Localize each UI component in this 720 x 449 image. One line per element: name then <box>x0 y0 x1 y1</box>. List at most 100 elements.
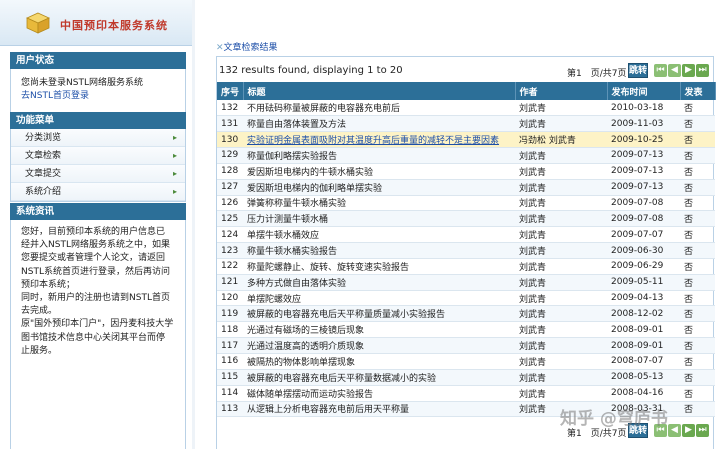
cell-title[interactable]: 称量陀螺静止、旋转、旋转变速实验报告 <box>243 258 515 275</box>
prev-page-icon[interactable]: ◀ <box>668 64 681 77</box>
cell-title[interactable]: 爱因斯坦电梯内的牛顿水桶实验 <box>243 163 515 180</box>
cell-title[interactable]: 从逻辑上分析电容器充电前后用天平称量 <box>243 401 515 418</box>
column-divider <box>192 0 195 449</box>
menu-item-label: 文章检索 <box>25 151 62 161</box>
cell-author: 刘武青 <box>515 305 607 323</box>
cell-author: 刘武青 <box>515 163 607 180</box>
cell-author: 刘武青 <box>515 226 607 244</box>
chevron-right-icon: ▸ <box>172 187 177 196</box>
news-line: 同时，新用户的注册也请到NSTL首页 <box>21 293 170 304</box>
table-row[interactable]: 128 爱因斯坦电梯内的牛顿水桶实验 刘武青 2009-07-13 否 <box>217 163 715 180</box>
cell-author: 刘武青 <box>515 179 607 196</box>
cell-date: 2009-07-13 <box>607 179 680 196</box>
table-row[interactable]: 115 被屏蔽的电容器充电后天平称量数据减小的实验 刘武青 2008-05-13 否 <box>217 369 715 386</box>
table-row[interactable]: 117 光通过温度高的透明介质现象 刘武青 2008-09-01 否 <box>217 337 715 354</box>
cell-title[interactable]: 不用砝码称量被屏蔽的电容器充电前后 <box>243 100 515 117</box>
col-header-title: 标题 <box>243 82 516 100</box>
cell-title[interactable]: 爱因斯坦电梯内的伽利略单摆实验 <box>243 179 515 196</box>
cell-title[interactable]: 称量牛顿水桶实验报告 <box>243 242 515 259</box>
cell-date: 2009-04-13 <box>607 290 680 307</box>
cell-date: 2009-07-08 <box>607 210 680 228</box>
cell-title[interactable]: 磁体随单摆摆动而运动实验报告 <box>243 385 515 402</box>
table-row[interactable]: 120 单摆陀螺效应 刘武青 2009-04-13 否 <box>217 290 715 307</box>
table-row[interactable]: 126 弹簧称称量牛顿水桶实验 刘武青 2009-07-08 否 <box>217 195 715 212</box>
col-header-published: 发表 <box>680 82 716 100</box>
cell-no: 121 <box>217 274 243 291</box>
cell-date: 2009-07-07 <box>607 226 680 244</box>
results-panel: 132 results found, displaying 1 to 20 第1… <box>216 56 716 449</box>
menu-item-submit[interactable]: 文章提交 ▸ <box>11 165 185 183</box>
col-header-no: 序号 <box>217 82 244 100</box>
menu-item-label: 系统介绍 <box>25 187 62 197</box>
table-row[interactable]: 131 称量自由落体装置及方法 刘武青 2009-11-03 否 <box>217 115 715 133</box>
table-row[interactable]: 114 磁体随单摆摆动而运动实验报告 刘武青 2008-04-16 否 <box>217 385 715 402</box>
cell-published: 否 <box>680 100 715 117</box>
cube-icon <box>26 12 50 34</box>
table-row[interactable]: 116 被隔热的物体影响单摆现象 刘武青 2008-07-07 否 <box>217 353 715 370</box>
cell-title[interactable]: 压力计测量牛顿水桶 <box>243 210 515 228</box>
cell-author: 刘武青 <box>515 337 607 354</box>
menu-item-about[interactable]: 系统介绍 ▸ <box>11 183 185 201</box>
cell-title[interactable]: 被隔热的物体影响单摆现象 <box>243 353 515 370</box>
cell-no: 119 <box>217 305 243 323</box>
col-header-date: 发布时间 <box>607 82 681 100</box>
cell-title[interactable]: 称量伽利略摆实验报告 <box>243 147 515 164</box>
cell-title[interactable]: 多种方式做自由落体实验 <box>243 274 515 291</box>
system-news-body: 您好，目前预印本系统的用户信息已 经并入NSTL网络服务系统之中，如果 您要提交… <box>10 220 186 449</box>
menu-item-label: 文章提交 <box>25 169 62 179</box>
cell-title[interactable]: 单摆陀螺效应 <box>243 290 515 307</box>
cell-no: 132 <box>217 100 243 117</box>
cell-date: 2008-09-01 <box>607 337 680 354</box>
cell-published: 否 <box>680 210 715 228</box>
last-page-icon[interactable]: ⏭ <box>696 64 709 77</box>
table-row[interactable]: 125 压力计测量牛顿水桶 刘武青 2009-07-08 否 <box>217 210 715 228</box>
table-row[interactable]: 122 称量陀螺静止、旋转、旋转变速实验报告 刘武青 2009-06-29 否 <box>217 258 715 275</box>
cell-author: 刘武青 <box>515 369 607 386</box>
cell-title[interactable]: 光通过温度高的透明介质现象 <box>243 337 515 354</box>
news-line: 经并入NSTL网络服务系统之中，如果 <box>21 240 170 251</box>
table-row[interactable]: 121 多种方式做自由落体实验 刘武青 2009-05-11 否 <box>217 274 715 291</box>
cell-published: 否 <box>680 242 715 259</box>
cell-date: 2008-05-13 <box>607 369 680 386</box>
table-row[interactable]: 118 光通过有磁场的三棱镜后现象 刘武青 2008-09-01 否 <box>217 321 715 339</box>
cell-author: 刘武青 <box>515 290 607 307</box>
cell-published: 否 <box>680 195 715 212</box>
table-row[interactable]: 127 爱因斯坦电梯内的伽利略单摆实验 刘武青 2009-07-13 否 <box>217 179 715 196</box>
cell-no: 123 <box>217 242 243 259</box>
cell-date: 2008-04-16 <box>607 385 680 402</box>
function-menu-title: 功能菜单 <box>10 112 186 129</box>
first-page-icon[interactable]: ⏮ <box>654 64 667 77</box>
table-row[interactable]: 119 被屏蔽的电容器充电后天平称量质量减小实验报告 刘武青 2008-12-02 否 <box>217 305 715 323</box>
cell-title[interactable]: 光通过有磁场的三棱镜后现象 <box>243 321 515 339</box>
cell-author: 刘武青 <box>515 147 607 164</box>
next-page-icon[interactable]: ▶ <box>682 64 695 77</box>
menu-item-search[interactable]: 文章检索 ▸ <box>11 147 185 165</box>
results-summary: 132 results found, displaying 1 to 20 <box>219 65 403 76</box>
nstl-login-link[interactable]: 去NSTL首页登录 <box>21 91 89 101</box>
table-row[interactable]: 132 不用砝码称量被屏蔽的电容器充电前后 刘武青 2010-03-18 否 <box>217 100 715 117</box>
jump-button[interactable]: 跳转 <box>628 63 648 78</box>
table-row[interactable]: 129 称量伽利略摆实验报告 刘武青 2009-07-13 否 <box>217 147 715 164</box>
cell-title[interactable]: 弹簧称称量牛顿水桶实验 <box>243 195 515 212</box>
breadcrumb: ✕文章检索结果 <box>216 40 278 53</box>
table-row[interactable]: 123 称量牛顿水桶实验报告 刘武青 2009-06-30 否 <box>217 242 715 259</box>
cell-title[interactable]: 称量自由落体装置及方法 <box>243 115 515 133</box>
cell-no: 117 <box>217 337 243 354</box>
menu-item-browse[interactable]: 分类浏览 ▸ <box>11 129 185 147</box>
col-header-author: 作者 <box>515 82 608 100</box>
cell-published: 否 <box>680 369 715 386</box>
cell-title[interactable]: 被屏蔽的电容器充电后天平称量数据减小的实验 <box>243 369 515 386</box>
news-line: 您要提交或者管理个人论文，请返回 <box>21 253 166 264</box>
login-status-text: 您尚未登录NSTL网络服务系统 <box>21 78 143 88</box>
table-row[interactable]: 124 单摆牛顿水桶效应 刘武青 2009-07-07 否 <box>217 226 715 244</box>
cell-title[interactable]: 单摆牛顿水桶效应 <box>243 226 515 244</box>
cell-author: 刘武青 <box>515 195 607 212</box>
cell-no: 114 <box>217 385 243 402</box>
table-row[interactable]: 130 实验证明金属表面吸附对其温度升高后重量的减轻不是主要因素 冯劲松 刘武青 20… <box>217 131 715 149</box>
cell-title[interactable]: 被屏蔽的电容器充电后天平称量质量减小实验报告 <box>243 305 515 323</box>
cell-published: 否 <box>680 290 715 307</box>
table-header-row: 序号 标题 作者 发布时间 发表 <box>217 82 716 100</box>
cell-title[interactable]: 实验证明金属表面吸附对其温度升高后重量的减轻不是主要因素 <box>243 131 515 149</box>
cell-no: 118 <box>217 321 243 339</box>
page-info: 第1 页/共7页 <box>567 69 627 79</box>
